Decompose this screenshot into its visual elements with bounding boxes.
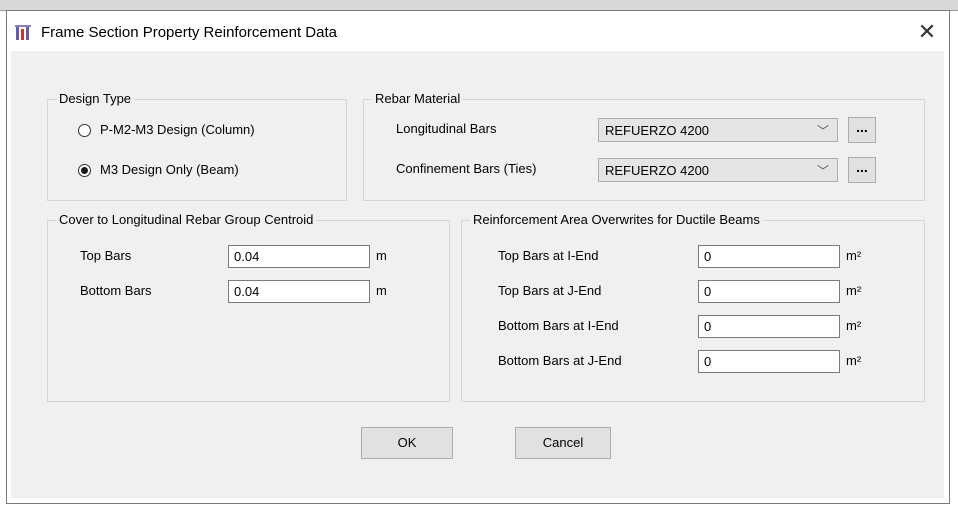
close-button[interactable]: ✕ <box>909 17 945 47</box>
bottom-bars-unit: m <box>376 283 387 298</box>
top-i-end-label: Top Bars at I-End <box>498 248 599 263</box>
overwrites-group: Reinforcement Area Overwrites for Ductil… <box>461 212 925 402</box>
top-i-end-input[interactable]: 0 <box>698 245 840 268</box>
bottom-i-end-unit: m² <box>846 318 862 333</box>
bottom-bars-cover-input[interactable]: 0.04 <box>228 280 370 303</box>
title-bar: Frame Section Property Reinforcement Dat… <box>7 11 949 51</box>
longitudinal-bars-select[interactable]: REFUERZO 4200 ﹀ <box>598 118 838 142</box>
confinement-browse-button[interactable]: ... <box>848 157 876 183</box>
confinement-bars-label: Confinement Bars (Ties) <box>396 161 537 176</box>
top-j-end-unit: m² <box>846 283 862 298</box>
ok-button[interactable]: OK <box>361 427 453 459</box>
longitudinal-bars-label: Longitudinal Bars <box>396 121 497 136</box>
bottom-bars-label: Bottom Bars <box>80 283 152 298</box>
radio-selected-dot <box>81 167 88 174</box>
dialog-window: Frame Section Property Reinforcement Dat… <box>6 10 950 504</box>
beam-design-radio[interactable] <box>78 164 91 177</box>
column-design-label: P-M2-M3 Design (Column) <box>100 122 255 137</box>
close-icon: ✕ <box>917 19 937 44</box>
overwrites-label: Reinforcement Area Overwrites for Ductil… <box>470 212 763 227</box>
top-bars-unit: m <box>376 248 387 263</box>
top-bars-label: Top Bars <box>80 248 132 263</box>
cover-group: Cover to Longitudinal Rebar Group Centro… <box>47 212 450 402</box>
frame-section-icon <box>15 25 33 41</box>
cancel-button[interactable]: Cancel <box>515 427 611 459</box>
top-bars-cover-input[interactable]: 0.04 <box>228 245 370 268</box>
design-type-label: Design Type <box>56 91 135 106</box>
top-j-end-label: Top Bars at J-End <box>498 283 602 298</box>
bottom-j-end-input[interactable]: 0 <box>698 350 840 373</box>
dialog-body: Design Type P-M2-M3 Design (Column) M3 D… <box>11 51 944 498</box>
column-design-radio[interactable] <box>78 124 91 137</box>
chevron-down-icon: ﹀ <box>816 124 829 138</box>
beam-design-label: M3 Design Only (Beam) <box>100 162 239 177</box>
confinement-bars-select[interactable]: REFUERZO 4200 ﹀ <box>598 158 838 182</box>
cover-label: Cover to Longitudinal Rebar Group Centro… <box>56 212 317 227</box>
top-i-end-unit: m² <box>846 248 862 263</box>
top-j-end-input[interactable]: 0 <box>698 280 840 303</box>
design-type-group: Design Type P-M2-M3 Design (Column) M3 D… <box>47 91 347 201</box>
rebar-material-group: Rebar Material Longitudinal Bars REFUERZ… <box>363 91 925 201</box>
rebar-material-label: Rebar Material <box>372 91 464 106</box>
bottom-j-end-unit: m² <box>846 353 862 368</box>
confinement-bars-value: REFUERZO 4200 <box>605 163 710 178</box>
bottom-j-end-label: Bottom Bars at J-End <box>498 353 622 368</box>
bottom-i-end-input[interactable]: 0 <box>698 315 840 338</box>
window-title: Frame Section Property Reinforcement Dat… <box>41 24 337 41</box>
chevron-down-icon: ﹀ <box>816 164 829 178</box>
bottom-i-end-label: Bottom Bars at I-End <box>498 318 619 333</box>
longitudinal-bars-value: REFUERZO 4200 <box>605 123 710 138</box>
longitudinal-browse-button[interactable]: ... <box>848 117 876 143</box>
